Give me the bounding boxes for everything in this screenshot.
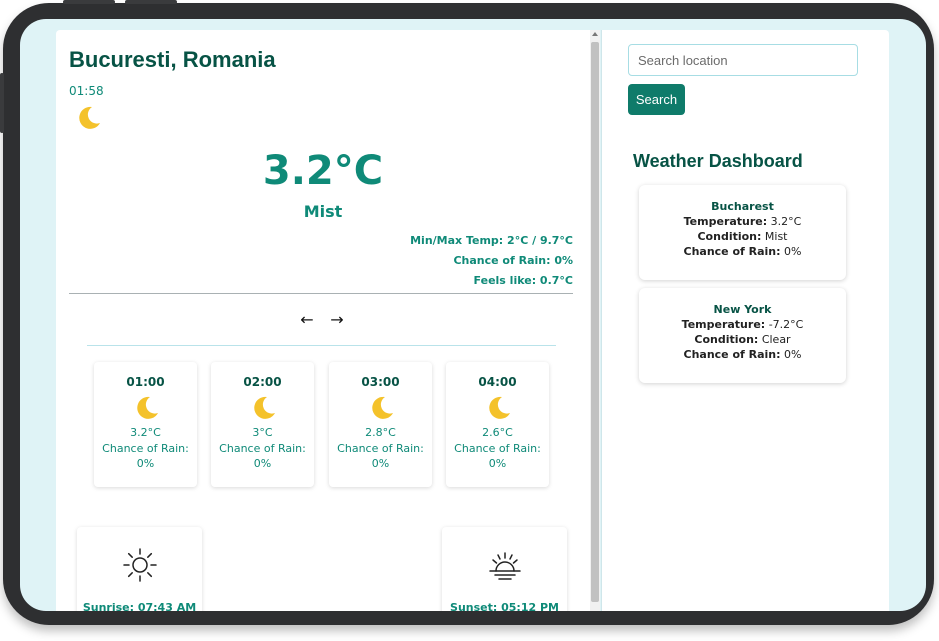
hardware-button-side [0, 73, 4, 133]
hourly-rain-value: 0% [488, 457, 507, 470]
dashboard-title: Weather Dashboard [633, 151, 803, 171]
city-card-temp: Temperature: -7.2°C [639, 317, 846, 332]
city-title: Bucuresti, Romania [69, 47, 276, 72]
hourly-rain-value: 0% [253, 457, 272, 470]
city-card-condition-value: Clear [761, 333, 791, 346]
city-card-temp-label: Temperature: [681, 318, 766, 331]
chance-of-rain: Chance of Rain: 0% [453, 254, 573, 267]
hourly-rain-label: Chance of Rain: [102, 442, 189, 455]
feels-like: Feels like: 0.7°C [473, 274, 573, 287]
prev-day-button[interactable]: ← [297, 310, 317, 329]
city-card-rain-value: 0% [784, 245, 802, 258]
city-card-condition-label: Condition: [697, 230, 762, 243]
hourly-rain: Chance of Rain: 0% [446, 441, 549, 471]
hourly-time: 04:00 [478, 375, 517, 389]
city-card-rain: Chance of Rain: 0% [639, 244, 846, 259]
dashboard-panel: Search Weather Dashboard Bucharest Tempe… [601, 30, 889, 611]
city-card-temp-value: 3.2°C [770, 215, 802, 228]
scrollbar-thumb[interactable] [591, 42, 599, 602]
crescent-moon-icon [137, 396, 158, 419]
crescent-moon-icon [254, 396, 275, 419]
scroll-up-icon[interactable] [592, 32, 598, 36]
hourly-temp: 2.6°C [482, 426, 513, 439]
hourly-card: 02:00 3°C Chance of Rain: 0% [211, 362, 314, 487]
sunset-time: Sunset: 05:12 PM [450, 601, 559, 611]
city-card-bucharest[interactable]: Bucharest Temperature: 3.2°C Condition: … [639, 185, 846, 280]
divider-hourly [87, 345, 556, 346]
local-time: 01:58 [69, 84, 104, 98]
sunrise-icon [123, 548, 157, 582]
sunset-icon [489, 552, 521, 580]
divider [69, 293, 573, 294]
next-day-button[interactable]: → [327, 310, 347, 329]
min-max-temp: Min/Max Temp: 2°C / 9.7°C [410, 234, 573, 247]
city-card-rain-value: 0% [784, 348, 802, 361]
sunset-card: Sunset: 05:12 PM [442, 527, 567, 611]
city-card-temp: Temperature: 3.2°C [639, 214, 846, 229]
city-card-condition-label: Condition: [694, 333, 759, 346]
crescent-moon-icon [79, 106, 100, 129]
hourly-rain-label: Chance of Rain: [454, 442, 541, 455]
hourly-rain-label: Chance of Rain: [219, 442, 306, 455]
city-card-condition: Condition: Mist [639, 229, 846, 244]
hourly-rain-value: 0% [371, 457, 390, 470]
hourly-temp: 2.8°C [365, 426, 396, 439]
hourly-temp: 3.2°C [130, 426, 161, 439]
tablet-frame: Bucuresti, Romania 01:58 3.2°C Mist Min/… [0, 0, 934, 625]
hourly-temp: 3°C [252, 426, 273, 439]
hourly-card: 04:00 2.6°C Chance of Rain: 0% [446, 362, 549, 487]
city-card-name: New York [713, 303, 772, 316]
sunrise-card: Sunrise: 07:43 AM [77, 527, 202, 611]
hourly-card: 01:00 3.2°C Chance of Rain: 0% [94, 362, 197, 487]
city-card-condition-value: Mist [764, 230, 788, 243]
search-button[interactable]: Search [628, 84, 685, 115]
current-weather-panel: Bucuresti, Romania 01:58 3.2°C Mist Min/… [56, 30, 590, 611]
city-card-temp-label: Temperature: [683, 215, 768, 228]
scrollbar[interactable] [590, 30, 600, 611]
tablet-screen: Bucuresti, Romania 01:58 3.2°C Mist Min/… [20, 19, 926, 611]
hourly-rain: Chance of Rain: 0% [94, 441, 197, 471]
sunrise-time: Sunrise: 07:43 AM [82, 601, 197, 611]
hourly-time: 01:00 [126, 375, 165, 389]
city-card-rain-label: Chance of Rain: [683, 348, 781, 361]
crescent-moon-icon [372, 396, 393, 419]
hourly-rain-label: Chance of Rain: [337, 442, 424, 455]
current-condition: Mist [303, 202, 343, 221]
hourly-time: 03:00 [361, 375, 400, 389]
crescent-moon-icon [489, 396, 510, 419]
city-card-rain: Chance of Rain: 0% [639, 347, 846, 362]
hourly-time: 02:00 [243, 375, 282, 389]
hourly-rain: Chance of Rain: 0% [211, 441, 314, 471]
hourly-rain-value: 0% [136, 457, 155, 470]
city-card-condition: Condition: Clear [639, 332, 846, 347]
current-temperature: 3.2°C [262, 148, 384, 194]
city-card-rain-label: Chance of Rain: [683, 245, 781, 258]
hardware-button-top-left [63, 0, 115, 4]
hourly-rain: Chance of Rain: 0% [329, 441, 432, 471]
search-input[interactable] [628, 44, 858, 76]
city-card-new-york[interactable]: New York Temperature: -7.2°C Condition: … [639, 288, 846, 383]
hourly-card: 03:00 2.8°C Chance of Rain: 0% [329, 362, 432, 487]
hardware-button-top-right [125, 0, 177, 4]
city-card-name: Bucharest [711, 200, 774, 213]
city-card-temp-value: -7.2°C [768, 318, 804, 331]
